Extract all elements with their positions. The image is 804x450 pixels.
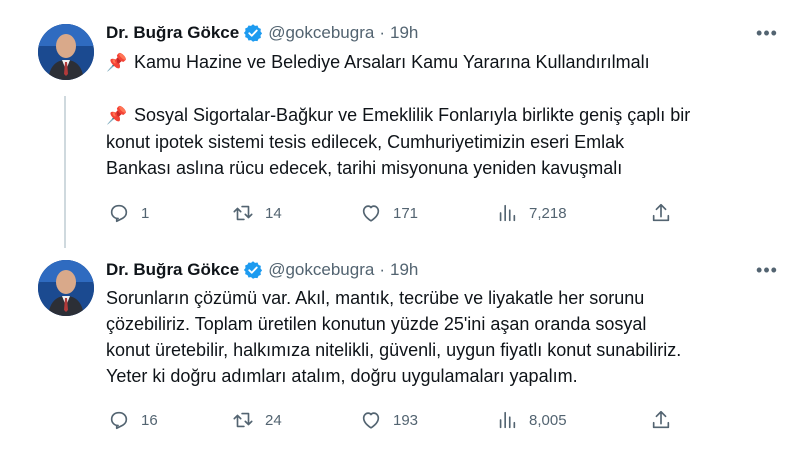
retweet-count: 14 (265, 204, 282, 222)
tweet-line: Yeter ki doğru adımları atalım, doğru uy… (106, 366, 578, 386)
retweet-button[interactable]: 24 (232, 407, 282, 433)
reply-count: 1 (141, 204, 150, 222)
views-button[interactable]: 8,005 (496, 407, 567, 433)
tweet-header: Dr. Buğra Gökce @gokcebugra · 19h (106, 259, 418, 281)
share-button[interactable] (650, 407, 672, 433)
heart-icon (362, 205, 380, 222)
views-icon (499, 204, 516, 222)
share-button[interactable] (650, 200, 672, 226)
tweet-actions: 16 24 193 8,005 (104, 407, 684, 433)
tweet-line: konut üretebilir, halkımıza nitelikli, g… (106, 340, 682, 360)
views-icon (499, 411, 516, 429)
verified-badge-icon (243, 260, 263, 280)
share-icon (652, 410, 670, 429)
tweet-line: Sorunların çözümü var. Akıl, mantık, tec… (106, 288, 645, 308)
like-button[interactable]: 171 (360, 200, 418, 226)
share-icon (652, 203, 670, 222)
tweet-timestamp[interactable]: 19h (390, 260, 418, 280)
views-count: 8,005 (529, 411, 567, 429)
tweet-line: çözebiliriz. Toplam üretilen konutun yüz… (106, 314, 647, 334)
tweet-line: 📌 Kamu Hazine ve Belediye Arsaları Kamu Y… (106, 49, 786, 76)
like-button[interactable]: 193 (360, 407, 418, 433)
more-horizontal-icon[interactable]: ••• (756, 22, 778, 44)
author-handle[interactable]: @gokcebugra (268, 23, 374, 43)
tweet-timestamp[interactable]: 19h (390, 23, 418, 43)
like-count: 171 (393, 204, 419, 222)
views-count: 7,218 (529, 204, 567, 222)
retweet-icon (233, 412, 253, 428)
tweet-text: 📌 Kamu Hazine ve Belediye Arsaları Kamu Y… (106, 49, 786, 181)
heart-icon (362, 412, 380, 429)
verified-badge-icon (243, 23, 263, 43)
avatar[interactable] (38, 260, 94, 316)
reply-count: 16 (141, 411, 158, 429)
tweet-line: Bankası aslına rücu edecek, tarihi misyo… (106, 158, 623, 178)
tweet[interactable]: Dr. Buğra Gökce @gokcebugra · 19h ••• So… (0, 250, 804, 450)
tweet-line: konut ipotek sistemi tesis edilecek, Cum… (106, 132, 625, 152)
like-count: 193 (393, 411, 419, 429)
header-separator: · (379, 23, 385, 42)
more-horizontal-icon[interactable]: ••• (756, 259, 778, 281)
avatar[interactable] (38, 24, 94, 80)
views-button[interactable]: 7,218 (496, 200, 567, 226)
tweet-line: 📌 Sosyal Sigortalar-Bağkur ve Emeklilik F… (106, 102, 786, 129)
reply-icon (110, 204, 128, 223)
retweet-button[interactable]: 14 (232, 200, 282, 226)
pushpin-icon: 📌 (106, 106, 128, 125)
author-handle[interactable]: @gokcebugra (268, 260, 374, 280)
tweet-actions: 1 14 171 7,218 (104, 200, 684, 226)
author-name[interactable]: Dr. Buğra Gökce (106, 23, 239, 43)
pushpin-icon: 📌 (106, 53, 128, 72)
retweet-count: 24 (265, 411, 282, 429)
reply-button[interactable]: 1 (108, 200, 149, 226)
header-separator: · (379, 260, 385, 279)
tweet-text: Sorunların çözümü var. Akıl, mantık, tec… (106, 285, 786, 389)
retweet-icon (233, 205, 253, 221)
reply-button[interactable]: 16 (108, 407, 158, 433)
reply-icon (110, 411, 128, 430)
tweet-header: Dr. Buğra Gökce @gokcebugra · 19h (106, 22, 418, 44)
author-name[interactable]: Dr. Buğra Gökce (106, 260, 239, 280)
tweet[interactable]: Dr. Buğra Gökce @gokcebugra · 19h ••• 📌 K… (0, 0, 804, 250)
